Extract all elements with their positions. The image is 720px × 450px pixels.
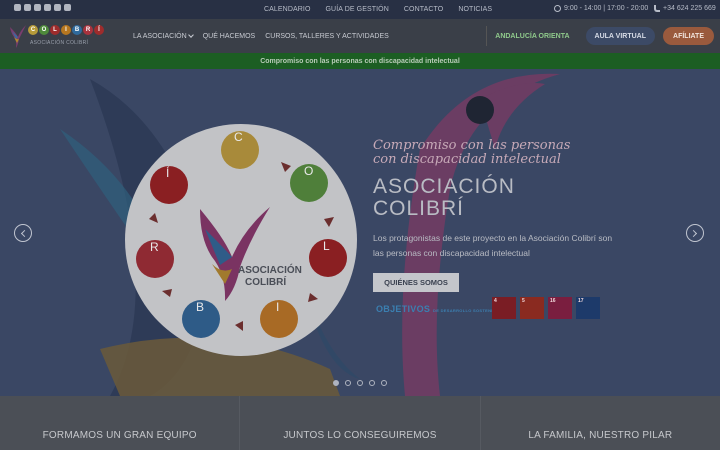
quienes-somos-button[interactable]: QUIÉNES SOMOS xyxy=(373,273,459,292)
top-link-guia[interactable]: GUÍA DE GESTIÓN xyxy=(326,6,389,13)
circle-letter-i-accent: Í xyxy=(166,166,170,180)
social-links xyxy=(14,4,71,11)
feature-title: FORMAMOS UN GRAN EQUIPO xyxy=(42,430,197,441)
nav-que-hacemos[interactable]: QUÉ HACEMOS xyxy=(203,33,256,40)
circle-logo-line1: ASOCIACIÓN xyxy=(238,265,302,276)
logo-letter: O xyxy=(39,25,49,35)
clock-icon xyxy=(554,5,561,12)
phone-text[interactable]: +34 624 225 669 xyxy=(663,5,716,12)
nav-label: CURSOS, TALLERES Y ACTIVIDADES xyxy=(265,32,389,40)
facebook-icon[interactable] xyxy=(24,4,31,11)
chevron-down-icon xyxy=(187,31,194,38)
feature-title: LA FAMILIA, NUESTRO PILAR xyxy=(528,430,673,441)
hero-title-line1: ASOCIACIÓN xyxy=(373,175,515,198)
logo-letter: I xyxy=(61,25,71,35)
top-link-contacto[interactable]: CONTACTO xyxy=(404,6,443,13)
youtube-icon[interactable] xyxy=(64,4,71,11)
ods-badge-4: 4 xyxy=(492,297,516,319)
announcement-banner: Compromiso con las personas con discapac… xyxy=(0,53,720,69)
hours-text: 9:00 - 14:00 | 17:00 - 20:00 xyxy=(564,5,649,12)
slider-dot[interactable] xyxy=(369,380,375,386)
feature-card[interactable]: JUNTOS LO CONSEGUIREMOS xyxy=(240,396,481,450)
afiliate-button[interactable]: AFÍLIATE xyxy=(663,27,714,45)
circle-letter-c: C xyxy=(234,130,243,144)
ods-badge-5: 5 xyxy=(520,297,544,319)
feature-row: FORMAMOS UN GRAN EQUIPO JUNTOS LO CONSEG… xyxy=(0,396,720,450)
andalucia-orienta-link[interactable]: ANDALUCÍA ORIENTA xyxy=(486,26,577,46)
top-link-noticias[interactable]: NOTICIAS xyxy=(458,6,492,13)
main-nav: LA ASOCIACIÓN QUÉ HACEMOS CURSOS, TALLER… xyxy=(133,19,389,53)
slider-prev-button[interactable] xyxy=(14,224,32,242)
nav-la-asociacion[interactable]: LA ASOCIACIÓN xyxy=(133,31,194,40)
hero-title-line2: COLIBRÍ xyxy=(373,197,465,220)
circle-letter-b: B xyxy=(196,300,205,314)
instagram-icon[interactable] xyxy=(34,4,41,11)
top-links: CALENDARIO GUÍA DE GESTIÓN CONTACTO NOTI… xyxy=(264,0,492,19)
ods-label-text: OBJETIVOS xyxy=(376,304,431,314)
logo-letter: R xyxy=(83,25,93,35)
phone-icon xyxy=(654,5,660,12)
ods-badge-17: 17 xyxy=(576,297,600,319)
feature-card[interactable]: LA FAMILIA, NUESTRO PILAR xyxy=(481,396,720,450)
nav-cursos[interactable]: CURSOS, TALLERES Y ACTIVIDADES xyxy=(265,33,389,40)
slider-dot[interactable] xyxy=(381,380,387,386)
logo-letter: L xyxy=(50,25,60,35)
logo-letter: C xyxy=(28,25,38,35)
aula-virtual-button[interactable]: AULA VIRTUAL xyxy=(585,27,656,45)
circle-letter-o: O xyxy=(304,164,314,178)
twitter-icon[interactable] xyxy=(44,4,51,11)
opening-hours: 9:00 - 14:00 | 17:00 - 20:00 xyxy=(554,5,648,12)
email-icon[interactable] xyxy=(54,4,61,11)
nav-label: LA ASOCIACIÓN xyxy=(133,32,187,40)
logo-letter: Í xyxy=(94,25,104,35)
main-header: C O L I B R Í ASOCIACIÓN COLIBRÍ LA ASOC… xyxy=(0,19,720,53)
hero-script-title: Compromiso con las personas con discapac… xyxy=(373,138,571,167)
feature-title: JUNTOS LO CONSEGUIREMOS xyxy=(283,430,437,441)
phone-link[interactable]: +34 624 225 669 xyxy=(654,5,716,12)
header-actions: ANDALUCÍA ORIENTA AULA VIRTUAL AFÍLIATE xyxy=(486,26,714,46)
top-bar: CALENDARIO GUÍA DE GESTIÓN CONTACTO NOTI… xyxy=(0,0,720,19)
feature-card[interactable]: FORMAMOS UN GRAN EQUIPO xyxy=(0,396,241,450)
chevron-left-icon xyxy=(20,229,29,238)
circle-letter-i: I xyxy=(276,300,280,314)
hero-description: Los protagonistas de este proyecto en la… xyxy=(373,233,613,258)
hero-slider: C O L I B R Í ASOCIACIÓN COLIBRÍ Comprom… xyxy=(0,69,720,396)
slider-dot[interactable] xyxy=(357,380,363,386)
hummingbird-logo-icon xyxy=(10,25,26,48)
circle-letter-r: R xyxy=(150,240,159,254)
site-logo[interactable]: C O L I B R Í ASOCIACIÓN COLIBRÍ xyxy=(8,22,118,50)
slider-dots xyxy=(333,380,387,386)
slider-next-button[interactable] xyxy=(686,224,704,242)
ods-badge-16: 16 xyxy=(548,297,572,319)
slider-dot[interactable] xyxy=(333,380,339,386)
slider-dot[interactable] xyxy=(345,380,351,386)
circle-letter-l: L xyxy=(323,239,330,253)
telegram-icon[interactable] xyxy=(14,4,21,11)
hero-title: ASOCIACIÓN COLIBRÍ xyxy=(373,176,515,220)
logo-subtitle: ASOCIACIÓN COLIBRÍ xyxy=(30,40,89,46)
logo-letter: B xyxy=(72,25,82,35)
top-link-calendario[interactable]: CALENDARIO xyxy=(264,6,311,13)
ods-logo: OBJETIVOS DE DESARROLLO SOSTENIBLE xyxy=(376,304,502,314)
logo-word: C O L I B R Í xyxy=(28,25,104,35)
nav-label: QUÉ HACEMOS xyxy=(202,32,256,40)
chevron-right-icon xyxy=(689,229,698,238)
circle-logo-line2: COLIBRÍ xyxy=(245,277,287,288)
